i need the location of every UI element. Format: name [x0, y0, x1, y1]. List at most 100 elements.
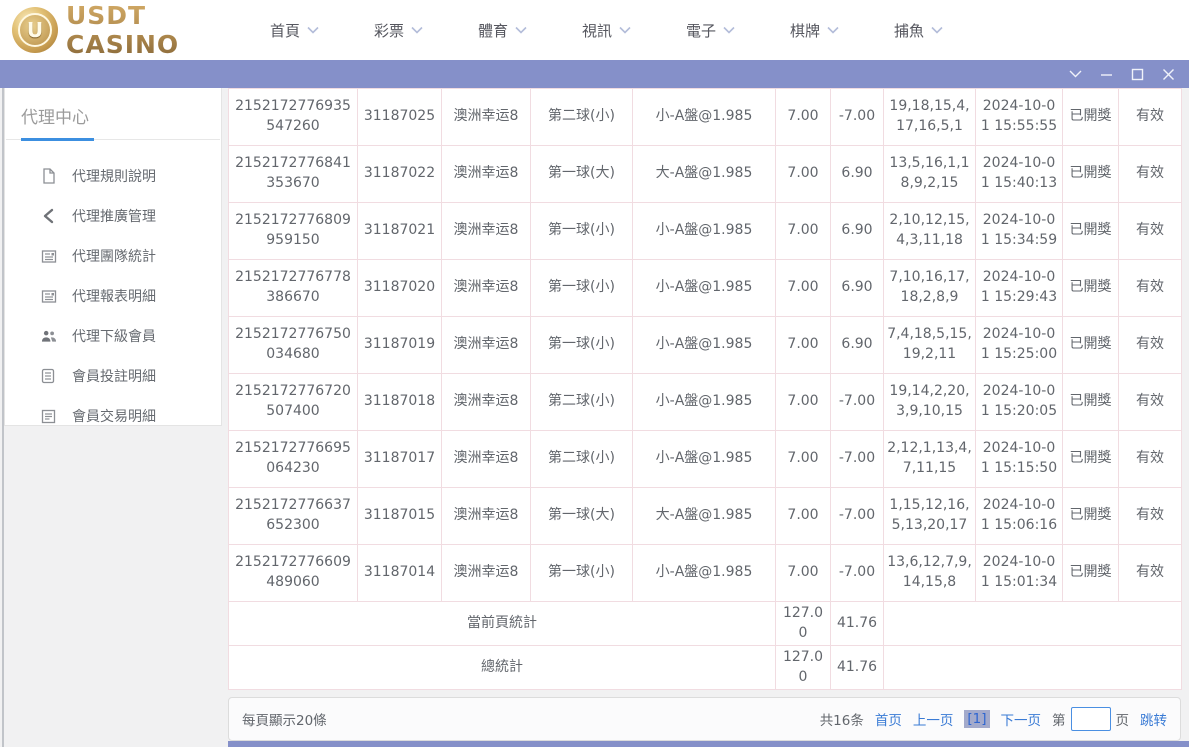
sidebar-item-member-transactions[interactable]: 會員交易明細	[5, 396, 221, 436]
share-icon	[41, 208, 57, 224]
table-cell: 7,4,18,5,15,19,2,11	[884, 317, 976, 374]
table-cell: 澳洲幸运8	[442, 89, 531, 146]
app-header: U USDT CASINO 首頁 彩票 體育 視訊 電子 棋牌	[0, 0, 1189, 60]
table-cell: 有效	[1119, 260, 1182, 317]
table-cell: 第一球(大)	[531, 488, 633, 545]
window-titlebar	[0, 60, 1189, 88]
jump-group: 第 页	[1052, 707, 1129, 731]
table-cell: 小-A盤@1.985	[633, 374, 776, 431]
table-cell: 2152172776935547260	[229, 89, 358, 146]
table-cell: 2152172776637652300	[229, 488, 358, 545]
table-cell: 已開獎	[1063, 545, 1119, 602]
current-page-badge[interactable]: [1]	[964, 710, 989, 728]
chevron-down-icon	[619, 26, 631, 34]
summary-winloss: 41.76	[831, 646, 884, 690]
nav-item-fishing[interactable]: 捕魚	[894, 20, 998, 41]
users-icon	[41, 328, 57, 344]
table-cell: 小-A盤@1.985	[633, 89, 776, 146]
table-cell: 6.90	[831, 203, 884, 260]
chevron-down-icon	[827, 26, 839, 34]
window-bottom-strip	[228, 741, 1189, 747]
table-cell: 2024-10-01 15:34:59	[976, 203, 1063, 260]
table-cell: 19,14,2,20,3,9,10,15	[884, 374, 976, 431]
table-cell: 7.00	[776, 488, 831, 545]
table-cell: 第二球(小)	[531, 431, 633, 488]
pagination-controls: 共16条 首页 上一页 [1] 下一页 第 页 跳转	[820, 707, 1167, 731]
table-cell: 2024-10-01 15:06:16	[976, 488, 1063, 545]
nav-label: 彩票	[374, 20, 404, 41]
close-icon[interactable]	[1155, 62, 1181, 86]
sidebar-item-label: 代理報表明細	[72, 286, 156, 306]
sidebar-item-agent-team-stats[interactable]: 代理團隊統計	[5, 236, 221, 276]
table-cell: 2,12,1,13,4,7,11,15	[884, 431, 976, 488]
nav-item-lottery[interactable]: 彩票	[374, 20, 478, 41]
sidebar-item-label: 會員投註明細	[72, 366, 156, 386]
report-icon	[41, 288, 57, 304]
next-page-link[interactable]: 下一页	[1001, 709, 1042, 729]
sidebar-item-member-bets[interactable]: 會員投註明細	[5, 356, 221, 396]
table-row: 215217277660948906031187014澳洲幸运8第一球(小)小-…	[229, 545, 1182, 602]
summary-label: 總統計	[229, 646, 776, 690]
table-cell: 第一球(小)	[531, 317, 633, 374]
nav-label: 棋牌	[790, 20, 820, 41]
table-row: 215217277684135367031187022澳洲幸运8第一球(大)大-…	[229, 146, 1182, 203]
table-cell: 2152172776750034680	[229, 317, 358, 374]
coin-letter: U	[27, 18, 43, 42]
per-page-label: 每頁顯示20條	[242, 709, 327, 729]
prev-page-link[interactable]: 上一页	[913, 709, 954, 729]
table-cell: -7.00	[831, 89, 884, 146]
table-cell: 第一球(小)	[531, 203, 633, 260]
table-cell: 小-A盤@1.985	[633, 317, 776, 374]
table-cell: 7.00	[776, 374, 831, 431]
first-page-link[interactable]: 首页	[875, 709, 902, 729]
sidebar-item-agent-rules[interactable]: 代理規則說明	[5, 156, 221, 196]
page-number-input[interactable]	[1071, 707, 1111, 731]
table-cell: 小-A盤@1.985	[633, 260, 776, 317]
maximize-icon[interactable]	[1124, 62, 1150, 86]
nav-item-sports[interactable]: 體育	[478, 20, 582, 41]
table-row: 215217277677838667031187020澳洲幸运8第一球(小)小-…	[229, 260, 1182, 317]
table-cell: 31187022	[358, 146, 442, 203]
table-cell: 7.00	[776, 317, 831, 374]
table-cell: 2152172776841353670	[229, 146, 358, 203]
table-cell: 第一球(小)	[531, 260, 633, 317]
nav-item-cards[interactable]: 棋牌	[790, 20, 894, 41]
table-cell: 已開獎	[1063, 374, 1119, 431]
collapse-chevron-icon[interactable]	[1062, 62, 1088, 86]
minimize-icon[interactable]	[1093, 62, 1119, 86]
table-cell: 2024-10-01 15:40:13	[976, 146, 1063, 203]
sidebar-item-label: 代理下級會員	[72, 326, 156, 346]
jump-link[interactable]: 跳转	[1140, 709, 1167, 729]
nav-item-video[interactable]: 視訊	[582, 20, 686, 41]
bet-records-table: 215217277693554726031187025澳洲幸运8第二球(小)小-…	[228, 88, 1182, 690]
table-cell: 13,6,12,7,9,14,15,8	[884, 545, 976, 602]
table-cell: 6.90	[831, 146, 884, 203]
transaction-icon	[41, 408, 57, 424]
summary-amount: 127.00	[776, 646, 831, 690]
brand-name: USDT CASINO	[66, 1, 240, 59]
sidebar-menu: 代理規則說明 代理推廣管理 代理團隊統計 代理報表明細 代理下級會員	[5, 140, 221, 436]
nav-label: 電子	[686, 20, 716, 41]
sidebar-item-agent-report[interactable]: 代理報表明細	[5, 276, 221, 316]
sidebar-item-agent-promotion[interactable]: 代理推廣管理	[5, 196, 221, 236]
brand-logo[interactable]: U USDT CASINO	[12, 1, 240, 59]
table-cell: 有效	[1119, 374, 1182, 431]
table-cell: 澳洲幸运8	[442, 545, 531, 602]
nav-item-slots[interactable]: 電子	[686, 20, 790, 41]
table-cell: 7.00	[776, 431, 831, 488]
table-cell: 2152172776695064230	[229, 431, 358, 488]
chevron-down-icon	[515, 26, 527, 34]
table-cell: 31187014	[358, 545, 442, 602]
nav-label: 捕魚	[894, 20, 924, 41]
table-cell: 2024-10-01 15:20:05	[976, 374, 1063, 431]
table-cell: 2024-10-01 15:01:34	[976, 545, 1063, 602]
sidebar-title: 代理中心	[21, 103, 205, 139]
table-cell: -7.00	[831, 374, 884, 431]
summary-winloss: 41.76	[831, 602, 884, 646]
table-cell: 第二球(小)	[531, 374, 633, 431]
table-cell: 有效	[1119, 431, 1182, 488]
table-cell: 已開獎	[1063, 260, 1119, 317]
sidebar-item-agent-downline[interactable]: 代理下級會員	[5, 316, 221, 356]
table-cell: 31187017	[358, 431, 442, 488]
nav-item-home[interactable]: 首頁	[270, 20, 374, 41]
